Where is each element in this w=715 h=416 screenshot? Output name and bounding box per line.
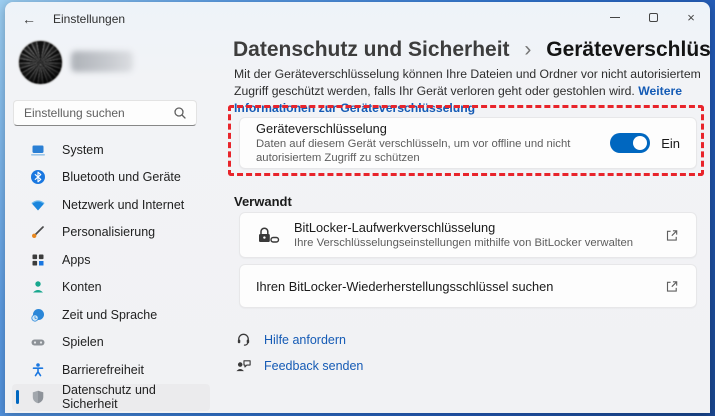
help-links: Hilfe anfordern Feedback senden <box>235 331 363 374</box>
accessibility-icon <box>32 362 44 377</box>
selected-indicator <box>16 390 19 405</box>
send-feedback-link[interactable]: Feedback senden <box>264 359 363 373</box>
shield-icon <box>32 391 44 404</box>
encryption-card-title: Geräteverschlüsselung <box>256 121 387 136</box>
sidebar-item-label: Personalisierung <box>62 225 156 240</box>
sidebar-item-label: Spielen <box>62 335 104 350</box>
sidebar-item-privacy-security[interactable]: Datenschutz und Sicherheit <box>12 383 210 412</box>
sidebar-item-label: Barrierefreiheit <box>62 362 144 377</box>
bitlocker-recovery-key-card[interactable]: Ihren BitLocker-Wiederherstellungsschlüs… <box>239 264 697 308</box>
sidebar-item-time-language[interactable]: Zeit und Sprache <box>12 301 210 329</box>
bitlocker-lock-icon <box>259 227 280 243</box>
sidebar-item-apps[interactable]: Apps <box>12 246 210 274</box>
send-feedback-row: Feedback senden <box>235 357 363 374</box>
minimize-button[interactable] <box>596 2 634 32</box>
related-section-header: Verwandt <box>234 194 292 209</box>
sidebar-item-system[interactable]: System <box>12 136 210 164</box>
maximize-icon <box>648 12 658 22</box>
wifi-icon <box>31 200 45 211</box>
description-text: Mit der Geräteverschlüsselung können Ihr… <box>234 67 701 98</box>
laptop-icon <box>31 145 45 156</box>
help-headset-icon <box>237 333 250 346</box>
bitlocker-card-title: BitLocker-Laufwerkverschlüsselung <box>294 219 496 235</box>
external-link-icon <box>666 280 678 292</box>
sidebar-item-label: Datenschutz und Sicherheit <box>62 383 156 412</box>
sidebar-item-label: Konten <box>62 280 102 295</box>
brush-icon <box>32 226 44 239</box>
sidebar-item-accounts[interactable]: Konten <box>12 274 210 302</box>
user-avatar[interactable] <box>18 40 63 85</box>
page-title: Geräteverschlüsselung <box>546 38 710 61</box>
encryption-card-subtitle: Daten auf diesem Gerät verschlüsseln, um… <box>256 138 571 164</box>
toggle-state-label: Ein <box>661 135 680 151</box>
back-arrow-icon: ← <box>22 11 36 27</box>
sidebar-item-personalization[interactable]: Personalisierung <box>12 219 210 247</box>
sidebar-item-label: Netzwerk und Internet <box>62 197 185 212</box>
breadcrumb: Datenschutz und Sicherheit › Geräteversc… <box>233 38 710 62</box>
titlebar: ← Einstellungen × <box>5 2 710 36</box>
device-encryption-card: Geräteverschlüsselung Daten auf diesem G… <box>239 117 697 169</box>
main-content: Datenschutz und Sicherheit › Geräteversc… <box>228 36 710 413</box>
person-icon <box>33 281 43 293</box>
user-name-blurred <box>71 51 133 72</box>
window-title: Einstellungen <box>53 12 126 26</box>
bitlocker-drive-encryption-card[interactable]: BitLocker-Laufwerkverschlüsselung Ihre V… <box>239 212 697 258</box>
minimize-icon <box>610 16 620 18</box>
recovery-key-card-title: Ihren BitLocker-Wiederherstellungsschlüs… <box>256 278 554 294</box>
sidebar-item-accessibility[interactable]: Barrierefreiheit <box>12 356 210 384</box>
toggle-knob <box>633 136 648 150</box>
sidebar: System Bluetooth und Geräte Netzwerk und… <box>5 36 231 413</box>
search-input[interactable] <box>24 106 172 120</box>
get-help-link[interactable]: Hilfe anfordern <box>264 333 346 347</box>
external-link-icon <box>666 229 678 241</box>
globe-clock-icon <box>31 308 44 322</box>
bluetooth-icon <box>31 170 45 185</box>
sidebar-item-gaming[interactable]: Spielen <box>12 329 210 357</box>
window-controls: × <box>596 2 710 36</box>
sidebar-item-label: Zeit und Sprache <box>62 307 158 322</box>
settings-window: ← Einstellungen × System <box>5 2 710 413</box>
sidebar-item-label: Apps <box>62 252 91 267</box>
search-icon <box>174 107 186 119</box>
breadcrumb-separator-icon: › <box>524 38 532 61</box>
sidebar-nav: System Bluetooth und Geräte Netzwerk und… <box>5 136 231 411</box>
close-icon: × <box>687 9 695 25</box>
encryption-toggle[interactable] <box>610 133 651 153</box>
breadcrumb-parent[interactable]: Datenschutz und Sicherheit <box>233 38 510 61</box>
sidebar-item-label: System <box>62 142 104 157</box>
sidebar-item-network[interactable]: Netzwerk und Internet <box>12 191 210 219</box>
apps-grid-icon <box>32 254 44 266</box>
get-help-row: Hilfe anfordern <box>235 331 363 348</box>
feedback-icon <box>236 360 251 372</box>
sidebar-item-bluetooth[interactable]: Bluetooth und Geräte <box>12 164 210 192</box>
back-button[interactable]: ← <box>13 6 45 32</box>
gamepad-icon <box>31 339 45 346</box>
sidebar-item-label: Bluetooth und Geräte <box>62 170 181 185</box>
bitlocker-card-subtitle: Ihre Verschlüsselungseinstellungen mithi… <box>294 236 634 249</box>
settings-search[interactable] <box>13 100 197 126</box>
page-description: Mit der Geräteverschlüsselung können Ihr… <box>234 66 707 117</box>
close-button[interactable]: × <box>672 2 710 32</box>
maximize-button[interactable] <box>634 2 672 32</box>
